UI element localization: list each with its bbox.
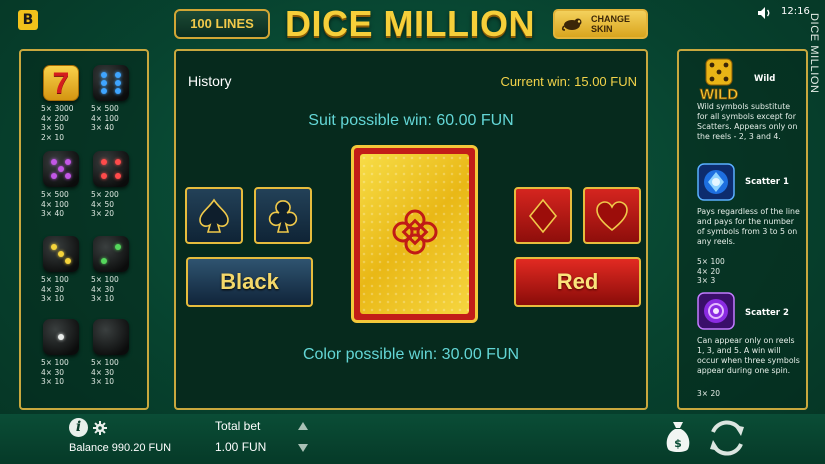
change-skin-button[interactable]: CHANGE SKIN (553, 9, 648, 39)
balance: Balance 990.20 FUN (69, 442, 172, 454)
red-four-die-icon (93, 151, 129, 187)
pay-line: 5× 3000 (41, 104, 74, 113)
pay-line: 4× 50 (91, 199, 114, 209)
game-title: DICE MILLION (285, 3, 535, 44)
scatter-1-name: Scatter 1 (745, 177, 789, 187)
pay-line: 4× 100 (91, 113, 119, 123)
wild-badge: WILD (700, 86, 738, 101)
symbol-pays: 5× 500 4× 100 3× 40 (91, 104, 141, 133)
pay-line: 3× 10 (41, 377, 64, 386)
pay-line: 5× 100 (41, 358, 69, 367)
seven-die-icon: 7 (43, 65, 79, 101)
history-label: History (188, 73, 232, 89)
money-bag-icon[interactable]: $ (664, 419, 692, 455)
paytable-left-panel: 7 5× 3000 4× 200 3× 50 2× 10 5× 500 4× 100 3× 4… (19, 49, 149, 410)
symbol-pays: 5× 100 4× 30 3× 10 (91, 275, 141, 304)
pay-line: 4× 100 (41, 199, 69, 209)
suit-possible-win: Suit possible win: 60.00 FUN (308, 112, 514, 129)
blue-six-die-icon (93, 65, 129, 101)
pay-line: 3× 40 (41, 209, 64, 218)
current-win: Current win: 15.00 FUN (500, 74, 637, 89)
gear-icon[interactable] (93, 421, 107, 435)
pay-line: 4× 30 (91, 367, 114, 377)
scatter-2-description: Can appear only on reels 1, 3, and 5. A … (697, 336, 800, 375)
spade-icon (199, 198, 229, 233)
paytable-symbol: 5× 100 4× 30 3× 10 (41, 236, 91, 304)
heart-button[interactable] (583, 187, 641, 244)
total-bet-value: 1.00 FUN (215, 440, 267, 454)
diamond-button[interactable] (514, 187, 572, 244)
yellow-three-die-icon (43, 236, 79, 272)
pay-line: 2× 10 (41, 132, 64, 142)
sound-icon[interactable] (757, 6, 773, 20)
pay-line: 4× 30 (41, 284, 64, 294)
pay-line: 3× 10 (91, 294, 114, 303)
bottom-bar (0, 414, 825, 464)
card-back (351, 145, 478, 323)
black-button[interactable]: Black (186, 257, 313, 307)
vertical-game-title: DICE MILLION (808, 13, 820, 94)
red-button[interactable]: Red (514, 257, 641, 307)
white-one-die-icon (43, 319, 79, 355)
scatter-1-gem-icon (697, 163, 735, 201)
chameleon-icon (561, 18, 582, 31)
color-possible-win: Color possible win: 30.00 FUN (302, 346, 520, 363)
green-two-die-icon (93, 236, 129, 272)
info-icon[interactable]: i (69, 418, 88, 437)
scatter-1-description: Pays regardless of the line and pays for… (697, 207, 800, 246)
brand-logo: B (18, 10, 38, 30)
gamble-panel: History Current win: 15.00 FUN Suit poss… (174, 49, 648, 410)
blank-die-icon (93, 319, 129, 355)
club-icon (268, 200, 298, 233)
pay-line: 3× 20 (91, 209, 114, 218)
clover-knot-emblem-icon (392, 209, 438, 255)
scatter-2-pays: 3× 20 (697, 389, 720, 398)
pay-line: 4× 200 (41, 113, 69, 123)
symbol-pays: 5× 500 4× 100 3× 40 (41, 190, 91, 219)
scatter-1-pays: 5× 100 4× 20 3× 3 (697, 257, 725, 285)
wild-name: Wild (754, 74, 776, 84)
spin-icon[interactable] (704, 416, 750, 460)
total-bet-label: Total bet (215, 419, 261, 433)
diamond-icon (528, 198, 558, 234)
pay-line: 5× 500 (41, 190, 69, 199)
paytable-symbol: 5× 200 4× 50 3× 20 (91, 151, 141, 219)
symbol-pays: 5× 100 4× 30 3× 10 (41, 358, 91, 387)
pay-line: 5× 200 (91, 190, 119, 199)
paytable-right-panel: WILD Wild Wild symbols substitute for al… (677, 49, 808, 410)
paytable-symbol: 5× 100 4× 30 3× 10 (91, 319, 141, 387)
lines-button[interactable]: 100 LINES (174, 9, 270, 39)
svg-text:$: $ (674, 437, 682, 450)
change-skin-label: CHANGE SKIN (591, 14, 631, 34)
pay-line: 5× 500 (91, 104, 119, 113)
symbol-pays: 5× 100 4× 30 3× 10 (41, 275, 91, 304)
pay-line: 3× 10 (41, 294, 64, 303)
heart-icon (596, 201, 628, 232)
pay-line: 4× 30 (41, 367, 64, 377)
paytable-symbol: 5× 500 4× 100 3× 40 (91, 65, 141, 133)
bet-stepper-icon[interactable] (297, 419, 309, 455)
paytable-symbol: 5× 100 4× 30 3× 10 (41, 319, 91, 387)
wild-die-icon: WILD (699, 58, 739, 101)
symbol-pays: 5× 3000 4× 200 3× 50 2× 10 (41, 104, 91, 142)
scatter-2-orb-icon (697, 292, 735, 330)
clock-time: 12:16 (781, 6, 810, 17)
symbol-pays: 5× 200 4× 50 3× 20 (91, 190, 141, 219)
paytable-symbol: 7 5× 3000 4× 200 3× 50 2× 10 (41, 65, 91, 142)
symbol-pays: 5× 100 4× 30 3× 10 (91, 358, 141, 387)
scatter-2-name: Scatter 2 (745, 308, 789, 318)
pay-line: 3× 50 (41, 123, 64, 132)
pay-line: 3× 10 (91, 377, 114, 386)
paytable-symbol: 5× 100 4× 30 3× 10 (91, 236, 141, 304)
pay-line: 4× 30 (91, 284, 114, 294)
club-button[interactable] (254, 187, 312, 244)
pay-line: 5× 100 (91, 275, 119, 284)
purple-five-die-icon (43, 151, 79, 187)
spade-button[interactable] (185, 187, 243, 244)
paytable-symbol: 5× 500 4× 100 3× 40 (41, 151, 91, 219)
pay-line: 5× 100 (41, 275, 69, 284)
pay-line: 3× 40 (91, 123, 114, 132)
wild-description: Wild symbols substitute for all symbols … (697, 102, 798, 141)
pay-line: 5× 100 (91, 358, 119, 367)
